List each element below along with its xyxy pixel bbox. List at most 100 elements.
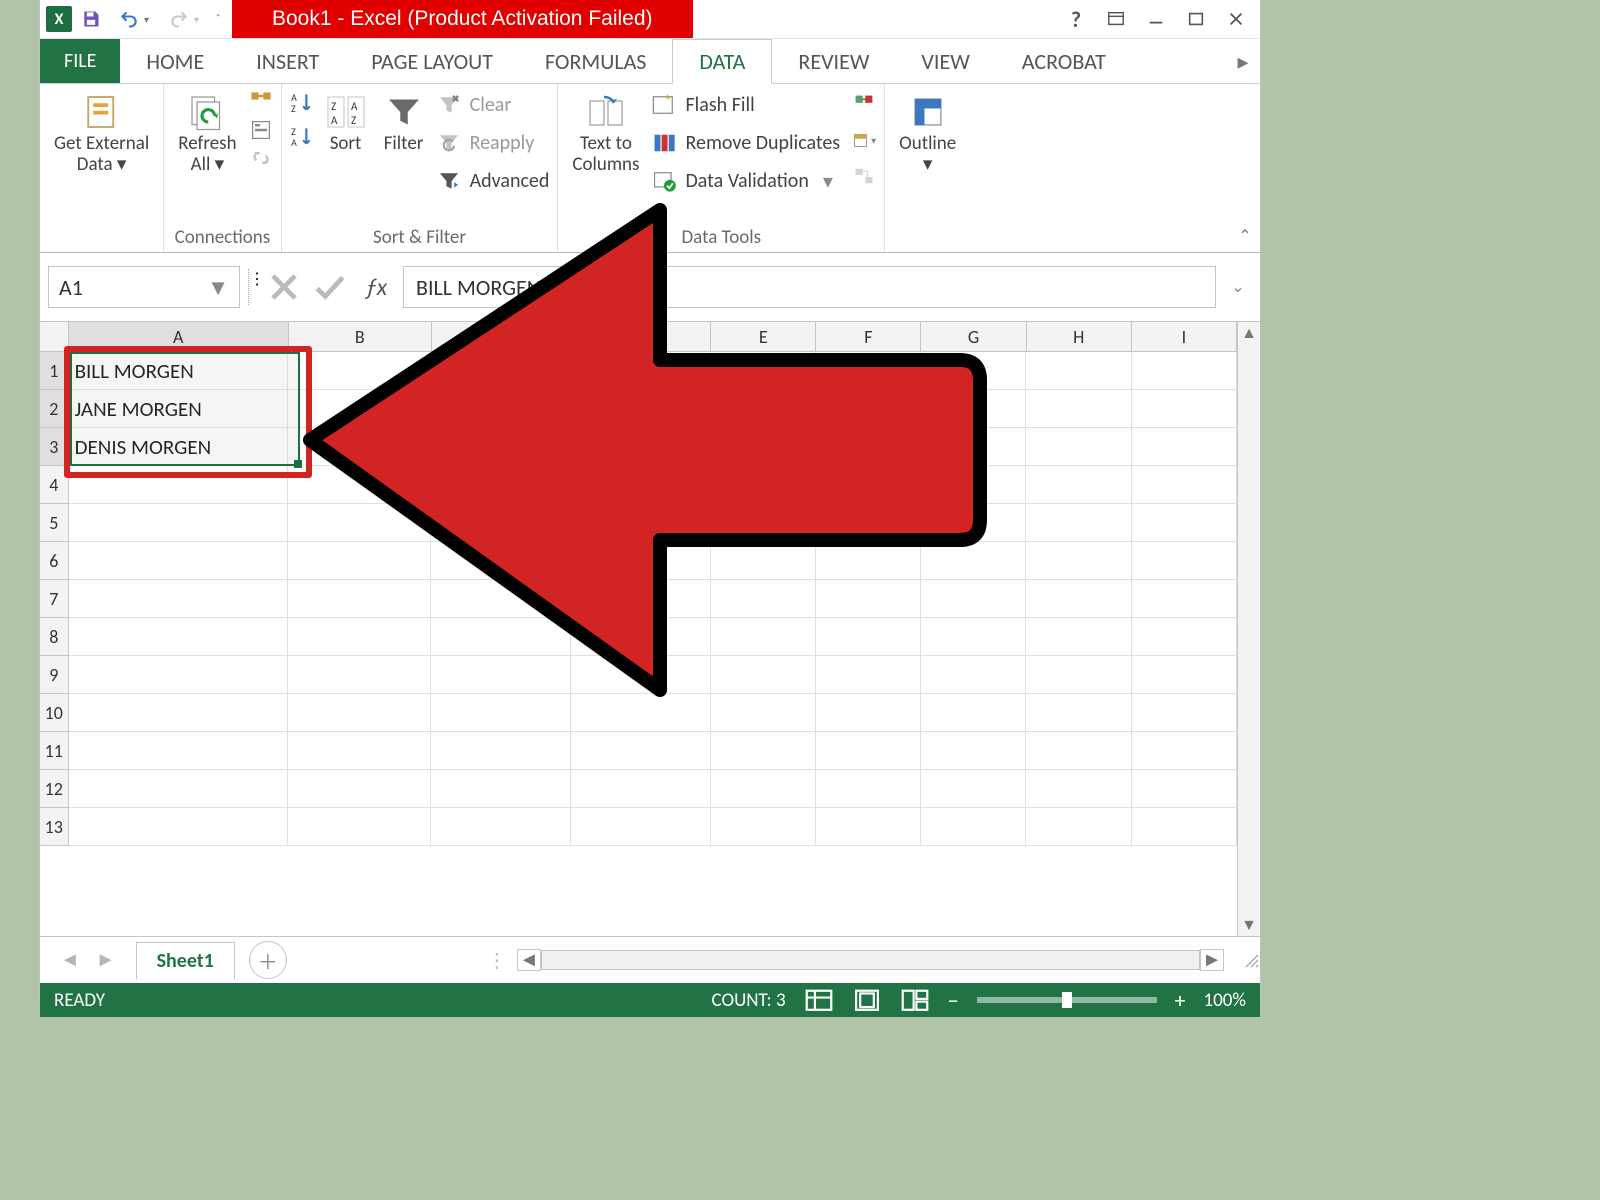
formula-bar[interactable]: BILL MORGEN	[403, 266, 1216, 308]
redo-dropdown[interactable]: ▾	[194, 13, 204, 26]
cell[interactable]	[69, 770, 288, 808]
undo-icon[interactable]	[116, 6, 142, 32]
cell[interactable]	[1026, 504, 1131, 542]
cell[interactable]	[711, 428, 816, 466]
properties-icon[interactable]	[249, 118, 273, 142]
cell[interactable]	[1026, 770, 1131, 808]
remove-duplicates-button[interactable]: Remove Duplicates	[651, 130, 840, 156]
cell[interactable]	[816, 428, 921, 466]
cell[interactable]	[816, 770, 921, 808]
cell[interactable]	[69, 808, 288, 846]
cell[interactable]	[921, 428, 1026, 466]
cell[interactable]	[431, 504, 571, 542]
sort-button[interactable]: ZAAZ Sort	[320, 88, 372, 159]
cell[interactable]	[711, 656, 816, 694]
tab-data[interactable]: DATA	[672, 39, 772, 84]
cell[interactable]	[1026, 808, 1131, 846]
cell[interactable]	[69, 504, 288, 542]
cell[interactable]	[1132, 542, 1237, 580]
cell[interactable]	[1132, 466, 1237, 504]
cell[interactable]	[1132, 428, 1237, 466]
cell[interactable]	[431, 694, 571, 732]
sort-az-icon[interactable]: AZ	[290, 90, 314, 114]
cell[interactable]	[431, 466, 571, 504]
cell[interactable]	[431, 732, 571, 770]
undo-dropdown[interactable]: ▾	[144, 13, 154, 26]
normal-view-icon[interactable]	[804, 987, 834, 1013]
cell[interactable]	[69, 580, 288, 618]
tab-split-handle[interactable]: ⋮	[487, 948, 507, 973]
cell[interactable]	[1132, 732, 1237, 770]
tab-home[interactable]: HOME	[120, 39, 230, 83]
resize-handle-icon[interactable]	[1242, 951, 1260, 969]
cell[interactable]	[571, 808, 711, 846]
cell[interactable]	[1026, 390, 1131, 428]
enter-formula-icon[interactable]	[311, 268, 349, 306]
minimize-button[interactable]	[1142, 5, 1170, 33]
relationships-icon[interactable]	[852, 164, 876, 188]
tab-page-layout[interactable]: PAGE LAYOUT	[345, 39, 519, 83]
sheet-prev-icon[interactable]: ◄	[60, 948, 80, 972]
cell[interactable]	[921, 770, 1026, 808]
cell[interactable]	[431, 390, 571, 428]
zoom-in-button[interactable]: +	[1175, 987, 1186, 1014]
cell[interactable]	[1026, 466, 1131, 504]
cell[interactable]	[1026, 352, 1131, 390]
cell[interactable]	[431, 542, 571, 580]
cell[interactable]	[571, 580, 711, 618]
data-validation-button[interactable]: Data Validation▾	[651, 168, 840, 194]
page-break-view-icon[interactable]	[900, 987, 930, 1013]
cell[interactable]	[69, 656, 288, 694]
advanced-button[interactable]: Advanced	[436, 168, 550, 194]
sort-za-icon[interactable]: ZA	[290, 124, 314, 148]
cell[interactable]	[921, 390, 1026, 428]
cell[interactable]	[1026, 542, 1131, 580]
cell[interactable]	[288, 770, 431, 808]
expand-formula-bar-icon[interactable]: ⌄	[1224, 277, 1252, 297]
reapply-button[interactable]: Reapply	[436, 130, 550, 156]
cell[interactable]	[1026, 694, 1131, 732]
cell[interactable]	[1026, 428, 1131, 466]
hscroll-track[interactable]	[541, 950, 1200, 970]
cell[interactable]	[431, 656, 571, 694]
spreadsheet-grid[interactable]: ABCDEFGHI 1BILL MORGEN2JANE MORGEN3DENIS…	[40, 322, 1237, 936]
cell[interactable]	[921, 466, 1026, 504]
tab-acrobat[interactable]: ACROBAT	[996, 39, 1132, 83]
cell[interactable]	[1132, 694, 1237, 732]
cell[interactable]	[711, 732, 816, 770]
cell[interactable]	[921, 542, 1026, 580]
column-header[interactable]: F	[816, 322, 921, 352]
column-header[interactable]: H	[1027, 322, 1132, 352]
text-to-columns-button[interactable]: Text to Columns	[566, 88, 645, 180]
cell[interactable]	[288, 580, 431, 618]
tab-formulas[interactable]: FORMULAS	[519, 39, 672, 83]
cell[interactable]	[711, 466, 816, 504]
cell[interactable]	[571, 390, 711, 428]
cell[interactable]	[921, 656, 1026, 694]
page-layout-view-icon[interactable]	[852, 987, 882, 1013]
add-sheet-button[interactable]: ＋	[249, 941, 287, 979]
cell[interactable]	[69, 694, 288, 732]
cell[interactable]	[921, 732, 1026, 770]
cell[interactable]	[711, 542, 816, 580]
cell[interactable]	[288, 618, 431, 656]
cell[interactable]	[711, 580, 816, 618]
cell[interactable]	[431, 580, 571, 618]
cell[interactable]	[816, 390, 921, 428]
row-header[interactable]: 6	[40, 542, 69, 580]
cell[interactable]	[69, 618, 288, 656]
cell[interactable]	[921, 504, 1026, 542]
cell[interactable]	[816, 808, 921, 846]
row-header[interactable]: 11	[40, 732, 69, 770]
cell[interactable]	[571, 504, 711, 542]
scroll-left-icon[interactable]: ◄	[517, 949, 541, 971]
column-header[interactable]: I	[1132, 322, 1237, 352]
cell[interactable]	[816, 542, 921, 580]
redo-icon[interactable]	[166, 6, 192, 32]
cell[interactable]	[1132, 656, 1237, 694]
cell[interactable]	[711, 504, 816, 542]
row-header[interactable]: 12	[40, 770, 69, 808]
row-header[interactable]: 8	[40, 618, 69, 656]
cell[interactable]	[816, 694, 921, 732]
cell[interactable]	[431, 428, 571, 466]
